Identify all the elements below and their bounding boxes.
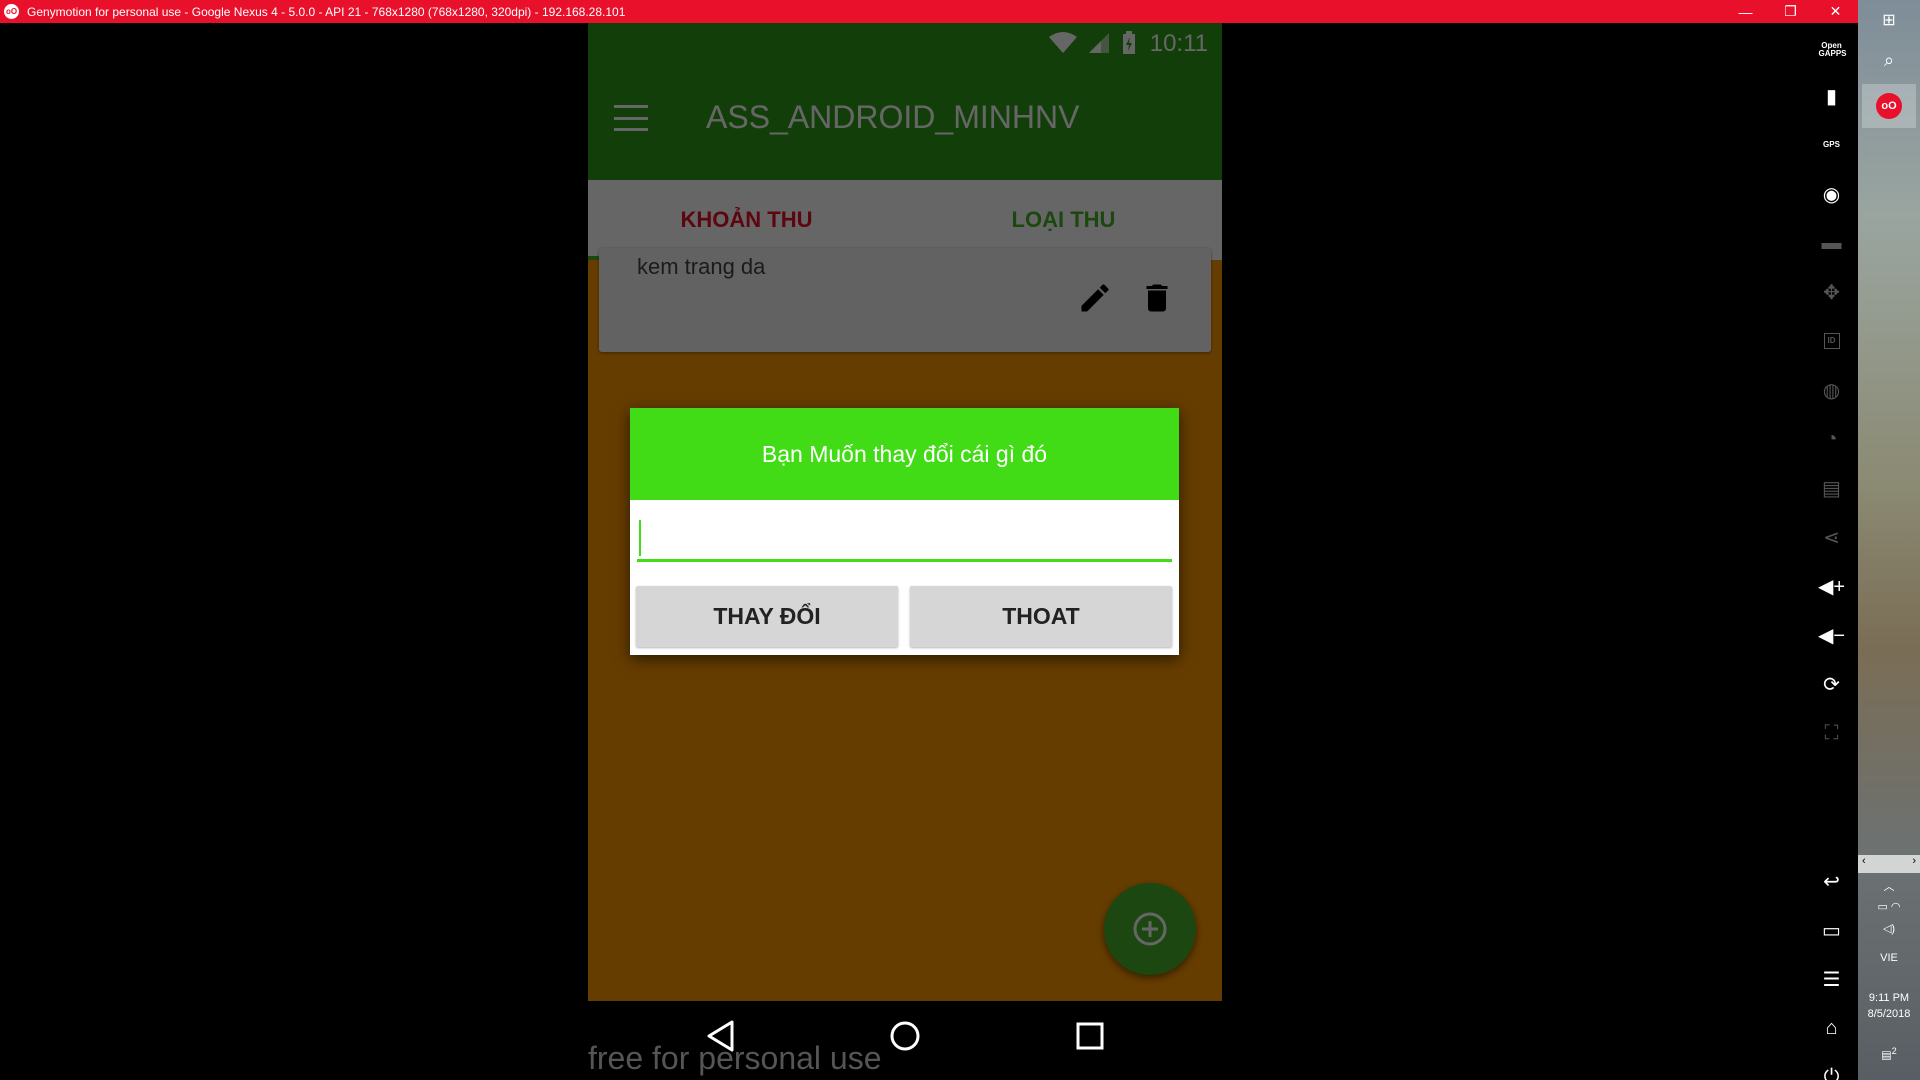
tray-overflow-icon[interactable]: ︿ xyxy=(1858,878,1920,894)
menu-icon[interactable]: ☰ xyxy=(1805,961,1858,997)
restore-button[interactable]: ❐ xyxy=(1768,0,1813,23)
sms-icon[interactable]: ▤ xyxy=(1805,470,1858,506)
share-icon[interactable]: ⋖ xyxy=(1805,519,1858,555)
volume-down-icon[interactable]: ◀− xyxy=(1805,617,1858,653)
add-fab-button[interactable] xyxy=(1104,883,1196,975)
item-name: kem trang da xyxy=(637,254,766,279)
minimize-button[interactable]: — xyxy=(1723,0,1768,23)
wifi-icon xyxy=(1048,32,1077,53)
status-bar: 10:11 xyxy=(588,23,1222,63)
language-indicator[interactable]: VIE xyxy=(1858,952,1920,964)
exit-button[interactable]: THOAT xyxy=(910,586,1172,647)
notification-count: 2 xyxy=(1891,1046,1897,1056)
genymotion-app-icon: oO xyxy=(1876,93,1902,119)
app-bar: ASS_ANDROID_MINHNV xyxy=(588,63,1222,180)
tray-scroll-arrows[interactable]: ‹ › xyxy=(1858,855,1920,873)
windows-taskbar: ⊞ ⌕ oO ‹ › ︿ ▭ ◠ ◁) VIE 9:11 PM 8/5/2018 … xyxy=(1858,0,1920,1080)
desktop: oO Genymotion for personal use - Google … xyxy=(0,0,1920,1080)
recent-apps-icon[interactable]: ▭ xyxy=(1805,912,1858,948)
windows-start-icon[interactable]: ⊞ xyxy=(1858,0,1920,40)
volume-up-icon[interactable]: ◀+ xyxy=(1805,568,1858,604)
move-icon[interactable]: ✥ xyxy=(1805,274,1858,310)
action-center-icon[interactable]: ▤2 xyxy=(1858,1046,1920,1062)
hamburger-menu-icon[interactable] xyxy=(614,105,648,131)
status-time: 10:11 xyxy=(1149,30,1208,57)
recents-nav-icon[interactable] xyxy=(1070,1016,1110,1056)
media-icon[interactable]: ▬ xyxy=(1805,225,1858,261)
delete-icon[interactable] xyxy=(1135,276,1179,320)
status-icons xyxy=(1048,31,1136,55)
battery-icon[interactable]: ▮ xyxy=(1805,78,1858,114)
webcam-icon[interactable]: ◉ xyxy=(1805,176,1858,212)
edit-dialog: Bạn Muốn thay đổi cái gì đó THAY ĐỔI THO… xyxy=(630,408,1179,655)
app-title: ASS_ANDROID_MINHNV xyxy=(706,99,1080,135)
signal-icon xyxy=(1089,33,1110,53)
disk-icon[interactable]: ◍ xyxy=(1805,372,1858,408)
change-button[interactable]: THAY ĐỔI xyxy=(636,586,898,647)
power-icon[interactable]: ⏻ xyxy=(1805,1059,1858,1080)
rotate-icon[interactable]: ⟳ xyxy=(1805,666,1858,702)
watermark-text: free for personal use xyxy=(588,1040,882,1076)
genymotion-logo-icon: oO xyxy=(4,4,19,19)
clock-time[interactable]: 9:11 PM xyxy=(1858,992,1920,1004)
clock-date[interactable]: 8/5/2018 xyxy=(1858,1008,1920,1020)
back-icon[interactable]: ↩ xyxy=(1805,863,1858,899)
battery-charging-icon xyxy=(1123,31,1135,54)
list-item[interactable]: kem trang da xyxy=(599,248,1211,352)
dialog-title: Bạn Muốn thay đổi cái gì đó xyxy=(630,408,1179,500)
pixel-perfect-icon[interactable]: ⛶ xyxy=(1805,715,1858,751)
close-button[interactable]: ✕ xyxy=(1813,0,1858,23)
opengapps-icon[interactable]: Open GAPPS xyxy=(1805,32,1858,68)
home-icon[interactable]: ⌂ xyxy=(1805,1010,1858,1046)
add-circle-icon xyxy=(1133,912,1167,946)
tab-label: LOẠI THU xyxy=(1011,207,1116,232)
gps-icon[interactable]: GPS xyxy=(1805,127,1858,163)
network-icon[interactable]: ▭ ◠ xyxy=(1858,900,1920,913)
rss-icon[interactable]: ◔ xyxy=(1805,421,1858,457)
edit-icon[interactable] xyxy=(1073,276,1117,320)
dialog-text-field[interactable] xyxy=(637,516,1172,562)
search-icon[interactable]: ⌕ xyxy=(1858,42,1920,78)
device-id-icon[interactable]: ID xyxy=(1805,323,1858,359)
text-cursor xyxy=(639,520,641,556)
tab-label: KHOẢN THU xyxy=(680,207,813,232)
window-title: Genymotion for personal use - Google Nex… xyxy=(27,4,626,19)
emulator-toolbar: Open GAPPS ▮ GPS ◉ ▬ ✥ ID ◍ ◔ ▤ ⋖ ◀+ ◀− … xyxy=(1805,23,1858,1080)
taskbar-genymotion-app[interactable]: oO xyxy=(1862,84,1916,128)
home-nav-icon[interactable] xyxy=(885,1016,925,1056)
volume-icon[interactable]: ◁) xyxy=(1858,922,1920,935)
emulator-title-bar: oO Genymotion for personal use - Google … xyxy=(0,0,1858,23)
